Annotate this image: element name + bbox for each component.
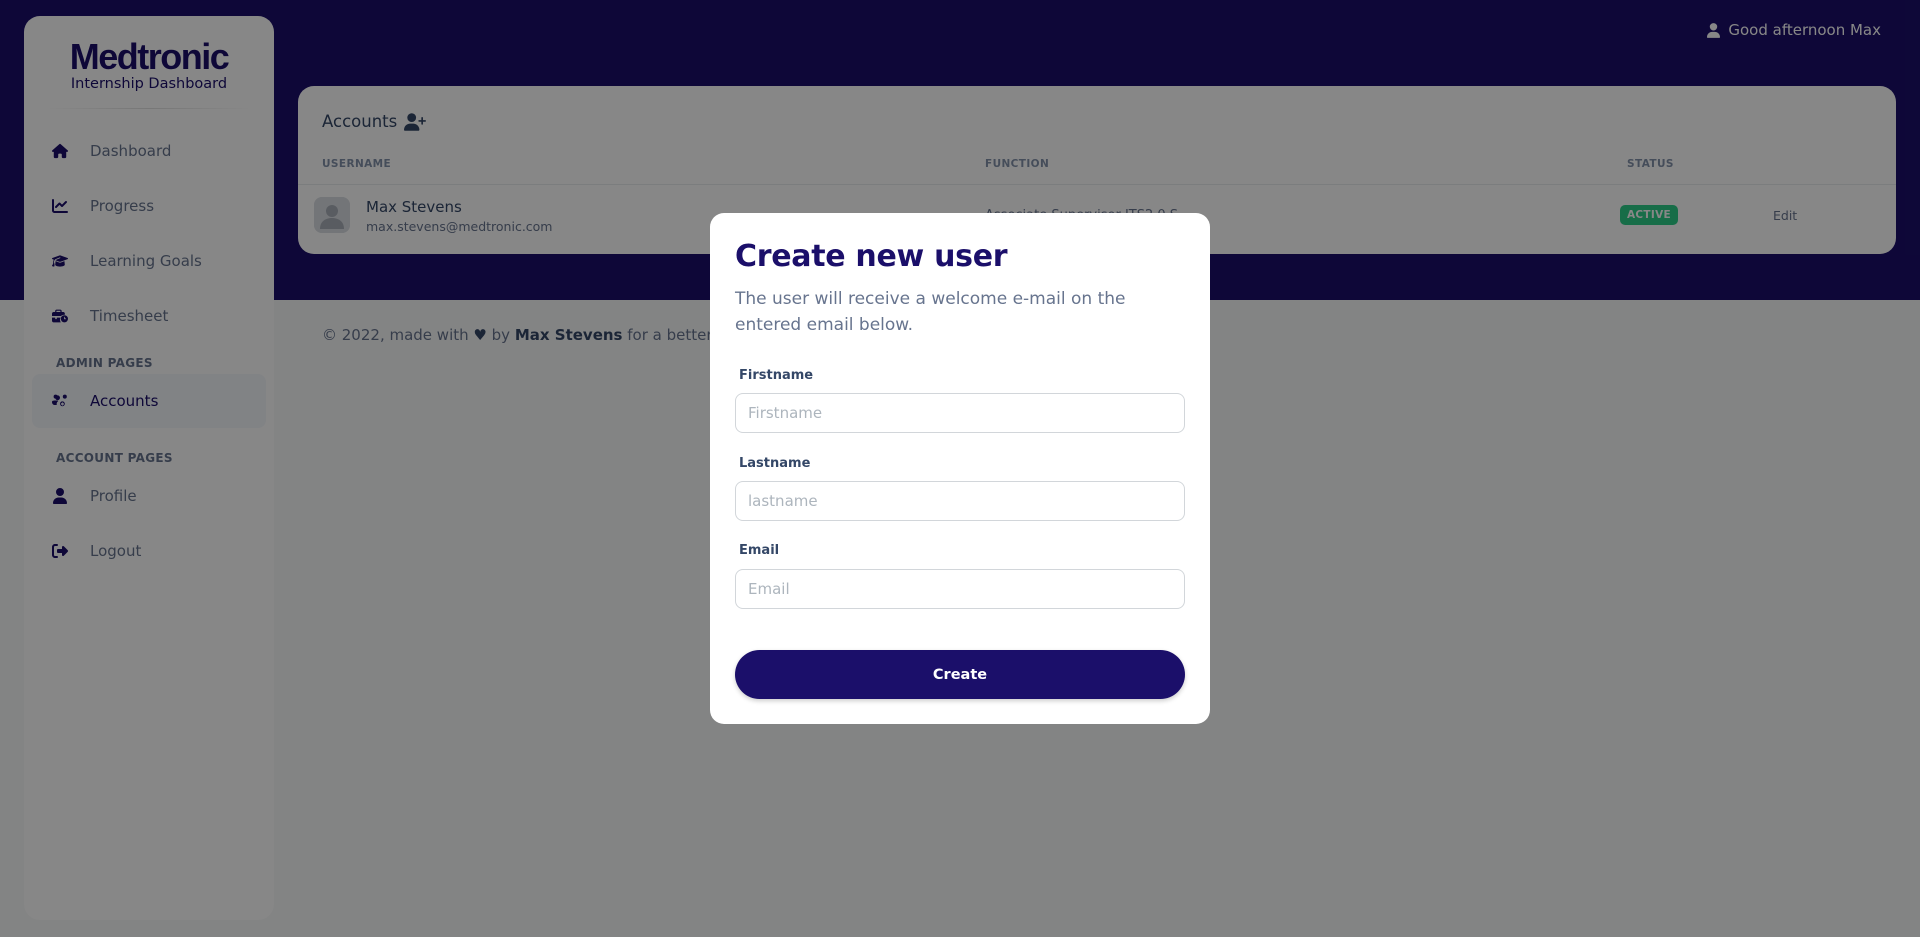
firstname-label: Firstname: [739, 368, 814, 383]
firstname-input[interactable]: [735, 393, 1185, 433]
create-button[interactable]: Create: [735, 650, 1185, 699]
lastname-label: Lastname: [739, 456, 811, 471]
lastname-input[interactable]: [735, 481, 1185, 521]
modal-title: Create new user: [735, 239, 1008, 274]
modal-description: The user will receive a welcome e-mail o…: [735, 289, 1126, 335]
create-user-modal: Create new user The user will receive a …: [710, 213, 1210, 724]
email-input[interactable]: [735, 569, 1185, 609]
email-label: Email: [739, 543, 780, 558]
